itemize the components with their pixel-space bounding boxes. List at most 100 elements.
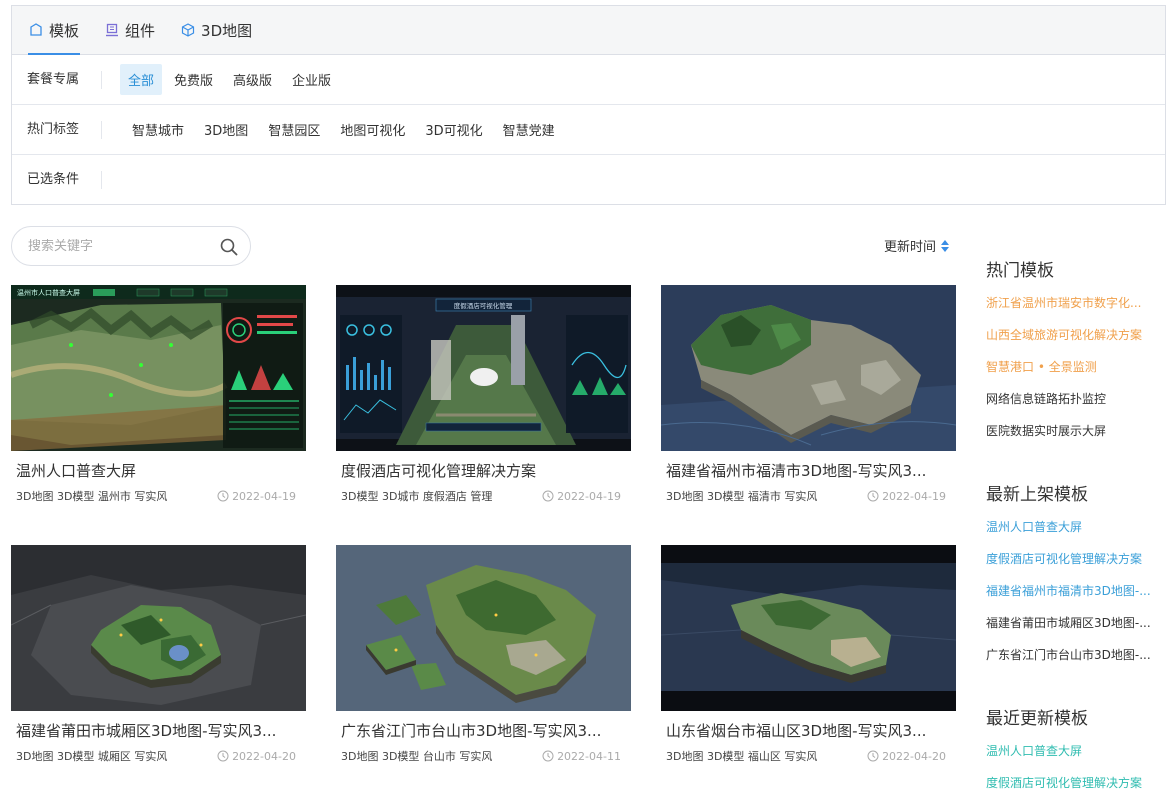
card-date-text: 2022-04-19	[882, 489, 946, 503]
hot-tags-row: 热门标签 智慧城市 3D地图 智慧园区 地图可视化 3D可视化 智慧党建	[12, 105, 1165, 155]
card-title[interactable]: 福建省莆田市城厢区3D地图-写实风3...	[11, 720, 306, 741]
card-thumbnail	[11, 545, 306, 711]
hot-templates-title: 热门模板	[986, 261, 1054, 281]
card-date-text: 2022-04-20	[882, 749, 946, 763]
recent-template-link[interactable]: 温州人口普查大屏	[986, 743, 1164, 775]
latest-templates-section: 最新上架模板 温州人口普查大屏 度假酒店可视化管理解决方案 福建省福州市福清市3…	[986, 480, 1164, 679]
hot-template-link[interactable]: 智慧港口 • 全景监测	[986, 359, 1164, 391]
card-date: 2022-04-20	[867, 750, 946, 763]
card-tags: 3D地图 3D模型 福清市 写实风	[666, 490, 818, 503]
clock-icon	[217, 750, 229, 762]
card-thumbnail	[661, 545, 956, 711]
card-date-text: 2022-04-11	[557, 749, 621, 763]
card-date: 2022-04-19	[542, 490, 621, 503]
hot-template-link[interactable]: 网络信息链路拓扑监控	[986, 391, 1164, 423]
card-thumbnail	[336, 545, 631, 711]
clock-icon	[542, 750, 554, 762]
recent-templates-section: 最近更新模板 温州人口普查大屏 度假酒店可视化管理解决方案	[986, 704, 1164, 791]
clock-icon	[217, 490, 229, 502]
thumb-header-text: 度假酒店可视化管理	[454, 301, 513, 310]
template-icon	[30, 23, 42, 36]
clock-icon	[867, 490, 879, 502]
card-title[interactable]: 山东省烟台市福山区3D地图-写实风3...	[661, 720, 956, 741]
hot-tag[interactable]: 智慧城市	[132, 120, 184, 139]
card-date: 2022-04-19	[867, 490, 946, 503]
card-date-text: 2022-04-19	[557, 489, 621, 503]
tab-component-label: 组件	[125, 21, 156, 40]
hot-templates-section: 热门模板 浙江省温州市瑞安市数字化... 山西全域旅游可视化解决方案 智慧港口 …	[986, 256, 1164, 455]
card-title[interactable]: 度假酒店可视化管理解决方案	[336, 460, 631, 481]
latest-template-link[interactable]: 度假酒店可视化管理解决方案	[986, 551, 1164, 583]
tab-3d-map[interactable]: 3D地图	[180, 6, 253, 54]
template-card[interactable]: 广东省江门市台山市3D地图-写实风3... 3D地图 3D模型 台山市 写实风 …	[336, 545, 631, 770]
selected-conditions-label: 已选条件	[27, 171, 102, 189]
template-card[interactable]: 温州市人口普查大屏 温州人口普查大屏 3D地图 3D模型 温州市 写实风 202…	[11, 285, 306, 510]
package-option-advanced[interactable]: 高级版	[225, 64, 280, 95]
card-thumbnail	[661, 285, 956, 451]
template-card[interactable]: 山东省烟台市福山区3D地图-写实风3... 3D地图 3D模型 福山区 写实风 …	[661, 545, 956, 770]
hot-tags-label: 热门标签	[27, 120, 102, 139]
card-meta: 3D地图 3D模型 城厢区 写实风 2022-04-20	[11, 748, 306, 764]
package-filter-row: 套餐专属 全部 免费版 高级版 企业版	[12, 55, 1165, 105]
tab-3d-map-label: 3D地图	[201, 21, 253, 40]
latest-template-link[interactable]: 福建省莆田市城厢区3D地图-...	[986, 615, 1164, 647]
hot-tag[interactable]: 3D可视化	[425, 120, 482, 139]
card-date-text: 2022-04-19	[232, 489, 296, 503]
package-options: 全部 免费版 高级版 企业版	[120, 64, 343, 95]
card-meta: 3D地图 3D模型 福清市 写实风 2022-04-19	[661, 488, 956, 504]
hot-template-link[interactable]: 浙江省温州市瑞安市数字化...	[986, 295, 1164, 327]
card-meta: 3D地图 3D模型 台山市 写实风 2022-04-11	[336, 748, 631, 764]
card-tags: 3D地图 3D模型 城厢区 写实风	[16, 750, 168, 763]
hot-template-link[interactable]: 医院数据实时展示大屏	[986, 423, 1164, 455]
card-meta: 3D地图 3D模型 温州市 写实风 2022-04-19	[11, 488, 306, 504]
card-thumbnail: 温州市人口普查大屏	[11, 285, 306, 451]
latest-templates-title: 最新上架模板	[986, 485, 1088, 505]
card-meta: 3D模型 3D城市 度假酒店 管理 2022-04-19	[336, 488, 631, 504]
card-tags: 3D地图 3D模型 温州市 写实风	[16, 490, 168, 503]
recent-templates-title: 最近更新模板	[986, 709, 1088, 729]
template-card[interactable]: 福建省福州市福清市3D地图-写实风3... 3D地图 3D模型 福清市 写实风 …	[661, 285, 956, 510]
hot-template-link[interactable]: 山西全域旅游可视化解决方案	[986, 327, 1164, 359]
package-option-all[interactable]: 全部	[120, 64, 163, 95]
cube-icon	[181, 23, 195, 37]
card-date-text: 2022-04-20	[232, 749, 296, 763]
card-tags: 3D地图 3D模型 福山区 写实风	[666, 750, 818, 763]
template-card[interactable]: 度假酒店可视化管理 度假酒店可视化管理解决方案 3D模型 3D城市 度假酒店 管…	[336, 285, 631, 510]
package-option-free[interactable]: 免费版	[166, 64, 221, 95]
tab-component[interactable]: 组件	[104, 6, 156, 54]
recent-template-link[interactable]: 度假酒店可视化管理解决方案	[986, 775, 1164, 791]
clock-icon	[867, 750, 879, 762]
hot-tag[interactable]: 地图可视化	[340, 120, 405, 139]
tab-template-label: 模板	[49, 21, 80, 40]
package-option-enterprise[interactable]: 企业版	[284, 64, 339, 95]
tab-template[interactable]: 模板	[28, 6, 81, 55]
card-date: 2022-04-19	[217, 490, 296, 503]
card-date: 2022-04-11	[542, 750, 621, 763]
latest-template-link[interactable]: 广东省江门市台山市3D地图-...	[986, 647, 1164, 679]
component-icon	[106, 23, 119, 37]
card-tags: 3D模型 3D城市 度假酒店 管理	[341, 490, 493, 503]
card-date: 2022-04-20	[217, 750, 296, 763]
search-icon[interactable]	[220, 238, 238, 256]
search-input[interactable]	[28, 238, 208, 254]
card-title[interactable]: 温州人口普查大屏	[11, 460, 306, 481]
hot-tags-list: 智慧城市 3D地图 智慧园区 地图可视化 3D可视化 智慧党建	[132, 120, 575, 139]
sort-by-update-time[interactable]: 更新时间	[884, 236, 950, 255]
latest-template-link[interactable]: 福建省福州市福清市3D地图-...	[986, 583, 1164, 615]
clock-icon	[542, 490, 554, 502]
hot-tag[interactable]: 智慧园区	[268, 120, 320, 139]
card-title[interactable]: 广东省江门市台山市3D地图-写实风3...	[336, 720, 631, 741]
hot-tag[interactable]: 智慧党建	[503, 120, 555, 139]
card-title[interactable]: 福建省福州市福清市3D地图-写实风3...	[661, 460, 956, 481]
card-tags: 3D地图 3D模型 台山市 写实风	[341, 750, 493, 763]
filter-panel: 模板 组件 3D地图 套餐专属 全部 免费版 高级版 企业版 热门标签 智慧城市…	[11, 5, 1166, 205]
package-filter-label: 套餐专属	[27, 70, 102, 89]
selected-conditions-row: 已选条件	[12, 155, 1165, 205]
sort-arrows-icon	[941, 239, 950, 252]
sort-label: 更新时间	[884, 240, 937, 255]
search-box	[11, 226, 251, 266]
latest-template-link[interactable]: 温州人口普查大屏	[986, 519, 1164, 551]
hot-tag[interactable]: 3D地图	[204, 120, 248, 139]
template-card[interactable]: 福建省莆田市城厢区3D地图-写实风3... 3D地图 3D模型 城厢区 写实风 …	[11, 545, 306, 770]
card-thumbnail: 度假酒店可视化管理	[336, 285, 631, 451]
